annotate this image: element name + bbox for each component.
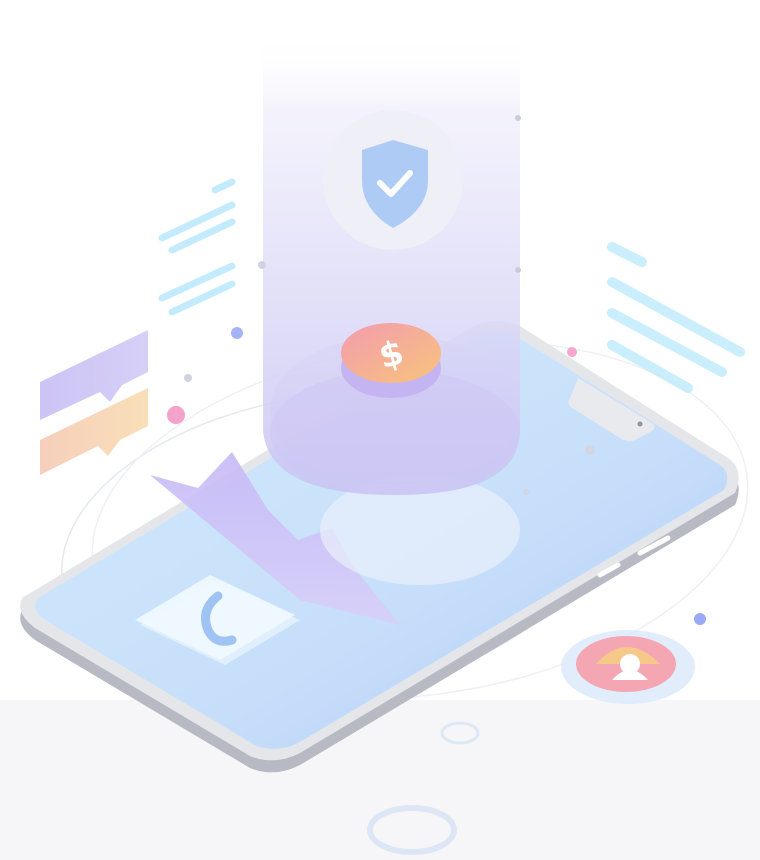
text-lines-icon	[158, 178, 236, 316]
accent-dot	[523, 489, 529, 495]
accent-dot	[258, 261, 266, 269]
chat-bubbles-icon	[40, 330, 148, 475]
text-lines-icon	[607, 242, 745, 393]
accent-dot	[167, 406, 185, 424]
floor	[0, 700, 760, 860]
phone-camera	[637, 421, 643, 427]
accent-dot	[515, 115, 521, 121]
phone-security-illustration: $	[0, 40, 760, 860]
accent-dot	[567, 347, 577, 357]
dollar-coin-icon: $	[341, 323, 441, 398]
shield-medallion	[323, 110, 463, 250]
accent-dot	[231, 327, 243, 339]
user-badge	[561, 630, 695, 704]
accent-dot	[694, 613, 706, 625]
accent-dot	[585, 445, 595, 455]
accent-dot	[515, 267, 521, 273]
illustration-scene: $	[0, 0, 760, 860]
accent-dot	[184, 374, 192, 382]
